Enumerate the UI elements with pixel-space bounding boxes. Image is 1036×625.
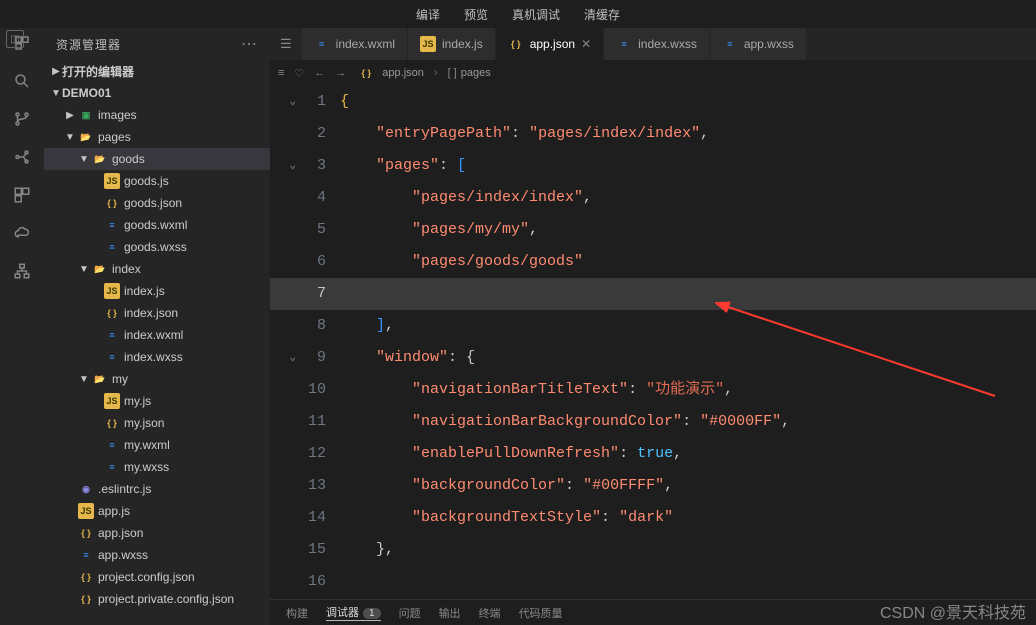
menu-compile[interactable]: 编译: [416, 6, 440, 23]
editor-toolbar-icons: ☰: [270, 36, 302, 52]
json-icon: { }: [78, 569, 94, 585]
tree-goods[interactable]: ▼📂goods: [44, 148, 270, 170]
editor-area: ☰ ≡index.wxml JSindex.js { }app.json✕ ≡i…: [270, 28, 1036, 625]
window-corner-icon: ◫: [6, 30, 24, 48]
json-icon: { }: [104, 195, 120, 211]
btab-output[interactable]: 输出: [439, 605, 461, 621]
btab-build[interactable]: 构建: [286, 605, 308, 621]
json-icon: { }: [78, 591, 94, 607]
editor-tabs: ≡index.wxml JSindex.js { }app.json✕ ≡ind…: [302, 28, 1036, 60]
git-icon[interactable]: [11, 146, 33, 168]
forward-icon[interactable]: →: [335, 67, 346, 79]
wxss-icon: ≡: [616, 36, 632, 52]
tree-goods-wxml[interactable]: ≡goods.wxml: [44, 214, 270, 236]
breadcrumb-file[interactable]: { }app.json: [356, 65, 424, 81]
tree-goods-json[interactable]: { }goods.json: [44, 192, 270, 214]
tree-my[interactable]: ▼📂my: [44, 368, 270, 390]
breadcrumb-section[interactable]: [ ]pages: [448, 67, 491, 79]
tree-index-js[interactable]: JSindex.js: [44, 280, 270, 302]
tree-eslintrc[interactable]: ◉.eslintrc.js: [44, 478, 270, 500]
wxss-icon: ≡: [78, 547, 94, 563]
menu-preview[interactable]: 预览: [464, 6, 488, 23]
folder-open-icon: 📂: [78, 129, 94, 145]
tab-app-json[interactable]: { }app.json✕: [496, 28, 604, 60]
json-icon: { }: [78, 525, 94, 541]
js-icon: JS: [104, 173, 120, 189]
search-icon[interactable]: [11, 70, 33, 92]
tree-index-json[interactable]: { }index.json: [44, 302, 270, 324]
tree-goods-js[interactable]: JSgoods.js: [44, 170, 270, 192]
wxss-icon: ≡: [104, 459, 120, 475]
btab-debugger[interactable]: 调试器1: [326, 604, 381, 621]
top-menu: 编译 预览 真机调试 清缓存: [0, 0, 1036, 28]
extensions-icon[interactable]: [11, 184, 33, 206]
tab-index-wxss[interactable]: ≡index.wxss: [604, 28, 710, 60]
btab-code-quality[interactable]: 代码质量: [519, 605, 563, 621]
json-icon: { }: [508, 36, 524, 52]
back-icon[interactable]: ←: [314, 67, 325, 79]
tree-images[interactable]: ▶▣images: [44, 104, 270, 126]
folder-img-icon: ▣: [78, 107, 94, 123]
sidebar-title: 资源管理器: [56, 36, 121, 53]
tree-goods-wxss[interactable]: ≡goods.wxss: [44, 236, 270, 258]
folder-open-icon: 📂: [92, 371, 108, 387]
close-icon[interactable]: ✕: [581, 37, 591, 51]
explorer-sidebar: 资源管理器 ⋯ ▶打开的编辑器 ▼DEMO01 ▶▣images ▼📂pages…: [44, 28, 270, 625]
wxml-icon: ≡: [104, 217, 120, 233]
js-icon: JS: [104, 283, 120, 299]
tree-my-js[interactable]: JSmy.js: [44, 390, 270, 412]
tree-project-root[interactable]: ▼DEMO01: [44, 82, 270, 104]
wxss-icon: ≡: [722, 36, 738, 52]
json-icon: { }: [104, 305, 120, 321]
menu-clear-cache[interactable]: 清缓存: [584, 6, 620, 23]
tree-app-wxss[interactable]: ≡app.wxss: [44, 544, 270, 566]
wxml-icon: ≡: [314, 36, 330, 52]
tab-index-wxml[interactable]: ≡index.wxml: [302, 28, 408, 60]
file-tree: ▶打开的编辑器 ▼DEMO01 ▶▣images ▼📂pages ▼📂goods…: [44, 60, 270, 625]
tree-index[interactable]: ▼📂index: [44, 258, 270, 280]
sitemap-icon[interactable]: [11, 260, 33, 282]
folder-open-icon: 📂: [92, 261, 108, 277]
tree-app-json[interactable]: { }app.json: [44, 522, 270, 544]
eslint-icon: ◉: [78, 481, 94, 497]
bottom-panel-tabs: 构建 调试器1 问题 输出 终端 代码质量: [270, 599, 1036, 625]
json-icon: { }: [358, 65, 374, 81]
wxml-icon: ≡: [104, 437, 120, 453]
activity-bar: [0, 28, 44, 625]
btab-terminal[interactable]: 终端: [479, 605, 501, 621]
tree-app-js[interactable]: JSapp.js: [44, 500, 270, 522]
tree-my-wxss[interactable]: ≡my.wxss: [44, 456, 270, 478]
cloud-icon[interactable]: [11, 222, 33, 244]
wxml-icon: ≡: [104, 327, 120, 343]
menu-real-debug[interactable]: 真机调试: [512, 6, 560, 23]
tree-my-json[interactable]: { }my.json: [44, 412, 270, 434]
branch-icon[interactable]: [11, 108, 33, 130]
list-icon[interactable]: ≡: [278, 67, 284, 79]
js-icon: JS: [104, 393, 120, 409]
tree-my-wxml[interactable]: ≡my.wxml: [44, 434, 270, 456]
tab-index-js[interactable]: JSindex.js: [408, 28, 496, 60]
js-icon: JS: [78, 503, 94, 519]
tree-project-private[interactable]: { }project.private.config.json: [44, 588, 270, 610]
tree-index-wxml[interactable]: ≡index.wxml: [44, 324, 270, 346]
wxss-icon: ≡: [104, 239, 120, 255]
bookmark-icon[interactable]: ♡: [294, 67, 304, 80]
tree-index-wxss[interactable]: ≡index.wxss: [44, 346, 270, 368]
toggle-panel-icon[interactable]: ☰: [280, 36, 292, 52]
breadcrumb: ≡ ♡ ← → { }app.json › [ ]pages: [270, 60, 1036, 86]
tree-project-config[interactable]: { }project.config.json: [44, 566, 270, 588]
folder-open-icon: 📂: [92, 151, 108, 167]
tree-open-editors[interactable]: ▶打开的编辑器: [44, 60, 270, 82]
wxss-icon: ≡: [104, 349, 120, 365]
more-icon[interactable]: ⋯: [241, 34, 258, 54]
code-editor[interactable]: ⌄1{ 2 "entryPagePath": "pages/index/inde…: [270, 86, 1036, 599]
btab-issues[interactable]: 问题: [399, 605, 421, 621]
tab-app-wxss[interactable]: ≡app.wxss: [710, 28, 807, 60]
json-icon: { }: [104, 415, 120, 431]
tree-pages[interactable]: ▼📂pages: [44, 126, 270, 148]
js-icon: JS: [420, 36, 436, 52]
